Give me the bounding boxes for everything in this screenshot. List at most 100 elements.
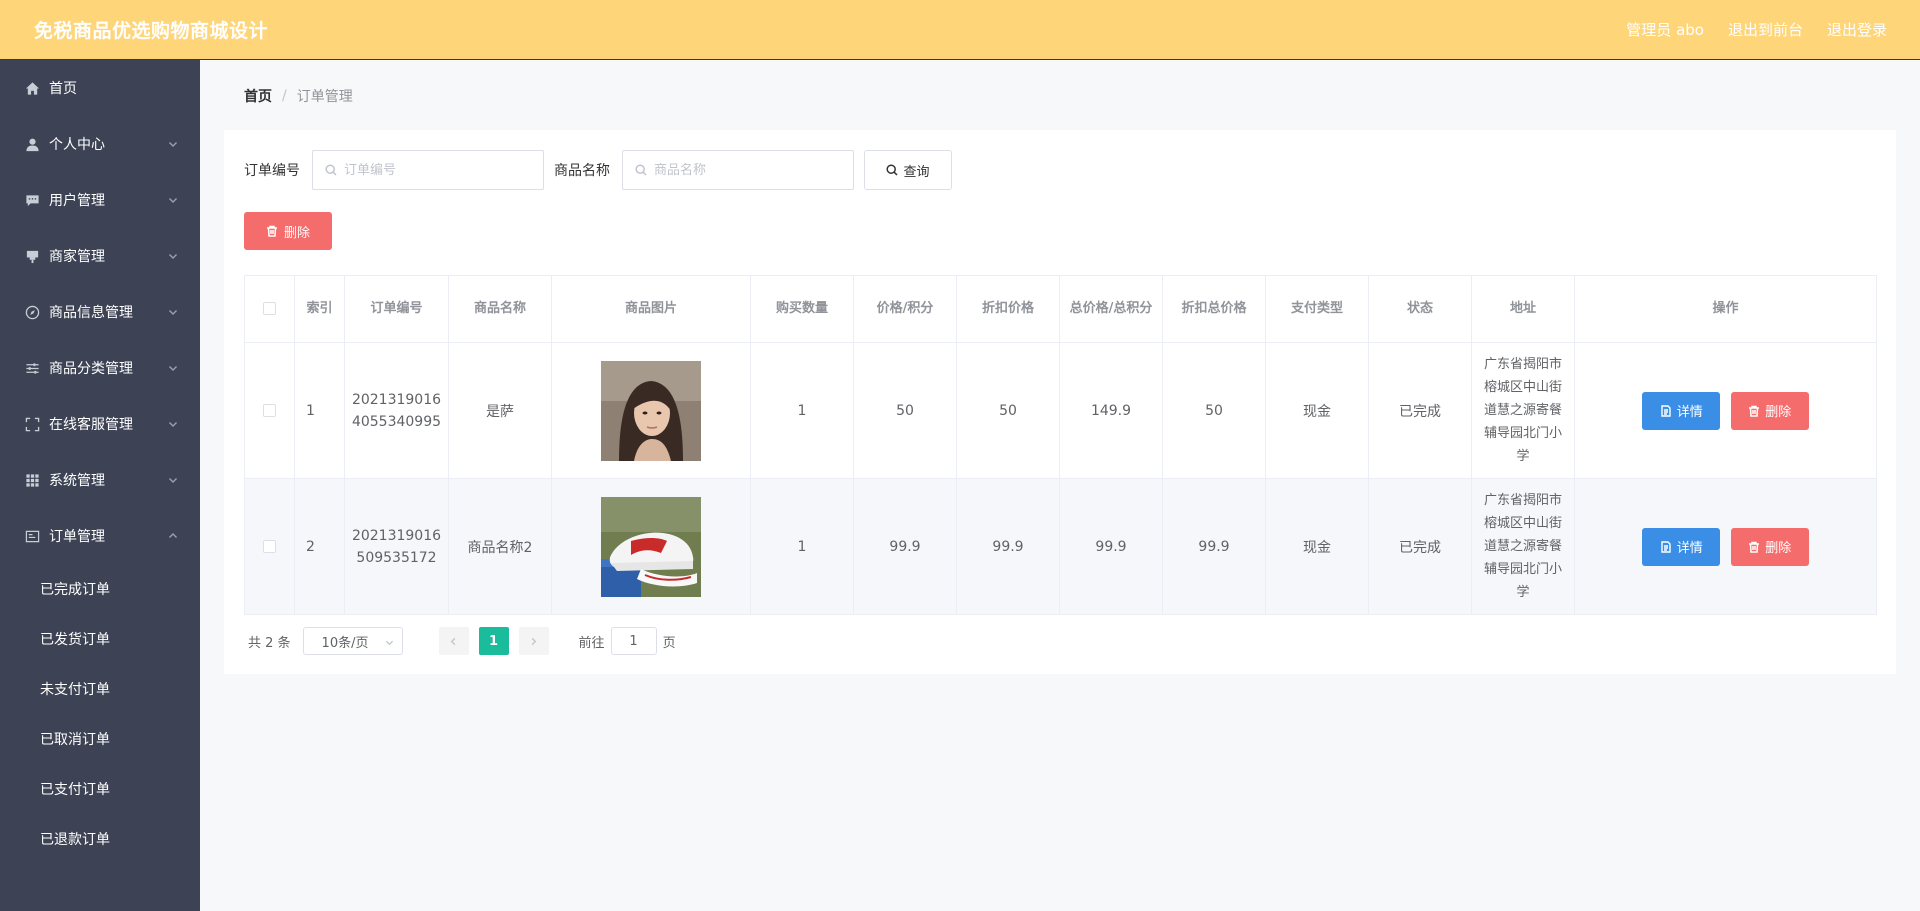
search-icon	[325, 164, 337, 176]
trash-icon	[266, 225, 277, 237]
cell-discount-total: 50	[1162, 342, 1266, 479]
batch-delete-button[interactable]: 删除	[244, 212, 332, 250]
delete-button[interactable]: 删除	[1730, 391, 1809, 430]
detail-button[interactable]: 详情	[1642, 391, 1721, 430]
cell-actions: 详情 删除	[1574, 342, 1877, 479]
product-name-input-wrapper	[622, 150, 854, 190]
chevron-down-icon	[168, 417, 178, 427]
cell-order-no: 20213190164055340995	[344, 342, 449, 479]
breadcrumb-home[interactable]: 首页	[244, 86, 272, 106]
chevron-up-icon	[168, 529, 178, 539]
product-name-input[interactable]	[654, 162, 834, 178]
address-text: 广东省揭阳市榕城区中山街道慧之源寄餐辅导园北门小学	[1483, 493, 1562, 600]
sidebar-item-user-management[interactable]: 用户管理	[0, 172, 200, 228]
document-icon	[1661, 540, 1671, 553]
logout-link[interactable]: 退出登录	[1827, 19, 1887, 40]
column-header: 操作	[1574, 275, 1877, 343]
table-row: 2 2021319016509535172 商品名称2 1 99.9 99.9 …	[244, 478, 1877, 615]
trash-icon	[1749, 405, 1760, 417]
cell-status: 已完成	[1368, 478, 1472, 615]
trash-icon	[1749, 541, 1760, 553]
order-no-label: 订单编号	[244, 163, 300, 179]
cell-price: 50	[853, 342, 957, 479]
compass-icon	[24, 304, 40, 320]
column-header: 购买数量	[750, 275, 854, 343]
row-checkbox[interactable]	[263, 404, 276, 417]
row-select-cell	[244, 478, 295, 615]
cell-product-name: 是萨	[448, 342, 552, 479]
home-icon	[24, 80, 40, 96]
breadcrumb-separator: /	[282, 88, 287, 104]
row-checkbox[interactable]	[263, 540, 276, 553]
goto-page-input[interactable]	[610, 627, 657, 655]
column-header: 折扣价格	[956, 275, 1060, 343]
detail-button[interactable]: 详情	[1642, 527, 1721, 566]
chevron-down-icon	[168, 137, 178, 147]
pagination: 共 2 条 10条/页 1 前往 页	[248, 627, 676, 655]
top-header: 免税商品优选购物商城设计 管理员 abo 退出到前台 退出登录	[0, 0, 1920, 60]
order-no-input[interactable]	[344, 162, 524, 178]
sidebar-item-personal-center[interactable]: 个人中心	[0, 116, 200, 172]
query-button[interactable]: 查询	[864, 150, 952, 190]
sidebar-item-product-info[interactable]: 商品信息管理	[0, 284, 200, 340]
sidebar-item-merchant-management[interactable]: 商家管理	[0, 228, 200, 284]
search-form: 订单编号 商品名称 查询	[244, 150, 952, 190]
chevron-down-icon	[385, 640, 393, 646]
detail-button-label: 详情	[1676, 541, 1703, 556]
shop-icon	[24, 248, 40, 264]
delete-button[interactable]: 删除	[1730, 527, 1809, 566]
cell-product-image	[551, 478, 751, 615]
order-no-text: 2021319016509535172	[351, 527, 442, 566]
breadcrumb-current: 订单管理	[296, 89, 353, 105]
sidebar-item-system-management[interactable]: 系统管理	[0, 452, 200, 508]
select-all-checkbox[interactable]	[263, 302, 276, 315]
chevron-down-icon	[168, 361, 178, 371]
header-links: 管理员 abo 退出到前台 退出登录	[1626, 19, 1887, 40]
chevron-down-icon	[168, 305, 178, 315]
product-name-label: 商品名称	[554, 163, 610, 179]
column-header: 状态	[1368, 275, 1472, 343]
sidebar-item-home[interactable]: 首页	[0, 60, 200, 116]
page-size-select[interactable]: 10条/页	[302, 627, 403, 655]
chat-icon	[24, 192, 40, 208]
sidebar-subitem-shipped-orders[interactable]: 已发货订单	[0, 614, 200, 664]
cell-address: 广东省揭阳市榕城区中山街道慧之源寄餐辅导园北门小学	[1471, 478, 1575, 615]
page-number-current[interactable]: 1	[478, 627, 509, 655]
sidebar-subitem-unpaid-orders[interactable]: 未支付订单	[0, 664, 200, 714]
column-header: 订单编号	[344, 275, 449, 343]
main-content: 首页 / 订单管理 订单编号 商品名称 查询 删除	[200, 60, 1920, 911]
grid-icon	[24, 472, 40, 488]
cell-quantity: 1	[750, 342, 854, 479]
sidebar-subitem-paid-orders[interactable]: 已支付订单	[0, 764, 200, 814]
cell-order-no: 2021319016509535172	[344, 478, 449, 615]
delete-button-label: 删除	[1765, 541, 1792, 556]
front-end-link[interactable]: 退出到前台	[1728, 19, 1803, 40]
sidebar-item-product-category[interactable]: 商品分类管理	[0, 340, 200, 396]
chevron-down-icon	[168, 249, 178, 259]
sidebar-item-label: 商家管理	[49, 249, 105, 265]
sidebar-item-label: 商品信息管理	[49, 305, 133, 321]
column-header: 支付类型	[1265, 275, 1369, 343]
sidebar-subitem-refunded-orders[interactable]: 已退款订单	[0, 814, 200, 864]
sidebar-item-label: 在线客服管理	[49, 417, 133, 433]
cell-status: 已完成	[1368, 342, 1472, 479]
cell-total-price: 99.9	[1059, 478, 1163, 615]
query-button-label: 查询	[903, 164, 930, 180]
document-icon	[1661, 404, 1671, 417]
cell-discount-price: 99.9	[956, 478, 1060, 615]
sidebar-item-online-service[interactable]: 在线客服管理	[0, 396, 200, 452]
sidebar-subitem-cancelled-orders[interactable]: 已取消订单	[0, 714, 200, 764]
goto-unit-label: 页	[662, 635, 676, 651]
sidebar-subitem-completed-orders[interactable]: 已完成订单	[0, 564, 200, 614]
cell-product-image	[551, 342, 751, 479]
next-page-button[interactable]	[518, 627, 549, 655]
batch-delete-label: 删除	[283, 225, 310, 241]
order-no-text: 20213190164055340995	[351, 391, 442, 430]
prev-page-button[interactable]	[438, 627, 469, 655]
select-all-header	[244, 275, 295, 343]
search-icon	[886, 164, 899, 176]
sidebar-item-order-management[interactable]: 订单管理	[0, 508, 200, 564]
sidebar-item-label: 首页	[49, 81, 77, 97]
address-text: 广东省揭阳市榕城区中山街道慧之源寄餐辅导园北门小学	[1483, 357, 1562, 464]
breadcrumb: 首页 / 订单管理	[244, 86, 353, 106]
